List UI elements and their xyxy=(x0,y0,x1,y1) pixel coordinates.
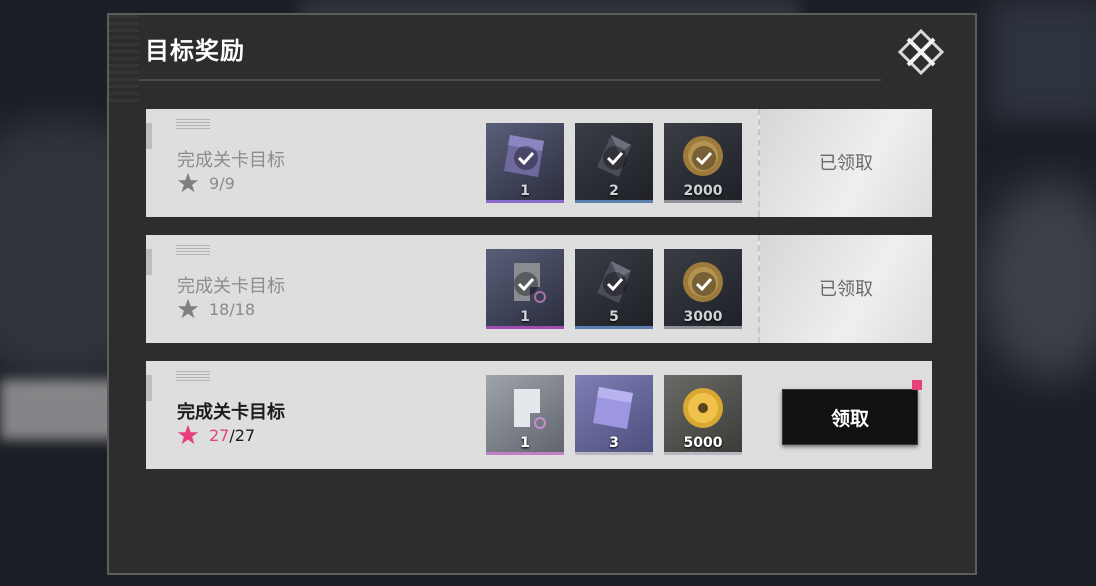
claimed-status: 已领取 xyxy=(758,109,932,217)
check-icon xyxy=(514,146,538,170)
check-icon xyxy=(692,272,716,296)
reward-progress: 27/27 xyxy=(177,424,255,446)
reward-title: 完成关卡目标 xyxy=(177,402,285,423)
item-quantity: 3000 xyxy=(683,309,723,325)
reward-item[interactable]: 1 xyxy=(486,375,564,455)
reward-panel: 目标奖励 完成关卡目标 9/9 1 2 2000 已领取 完成关卡目标 18 /… xyxy=(107,13,977,575)
check-icon xyxy=(603,272,627,296)
notification-dot xyxy=(912,380,922,390)
check-icon xyxy=(603,146,627,170)
check-icon xyxy=(692,146,716,170)
item-quantity: 1 xyxy=(520,309,530,325)
check-icon xyxy=(514,272,538,296)
reward-items: 1 5 3000 xyxy=(486,249,753,329)
reward-item[interactable]: 5000 xyxy=(664,375,742,455)
reward-row: 完成关卡目标 27/27 1 3 5000 领取 xyxy=(146,361,932,469)
progress-total: /18 xyxy=(229,299,256,319)
panel-texture xyxy=(109,15,139,105)
progress-current: 9 xyxy=(209,173,220,193)
progress-total: /27 xyxy=(229,425,256,445)
silver-tag-icon xyxy=(514,389,546,429)
reward-item[interactable]: 5 xyxy=(575,249,653,329)
title-divider xyxy=(139,79,881,81)
item-quantity: 1 xyxy=(520,435,530,451)
reward-item[interactable]: 2000 xyxy=(664,123,742,203)
claimed-label: 已领取 xyxy=(819,153,873,174)
star-icon xyxy=(177,172,199,193)
progress-current: 18 xyxy=(209,299,230,319)
claimed-label: 已领取 xyxy=(819,279,873,300)
reward-progress: 9/9 xyxy=(177,172,235,194)
reward-items: 1 2 2000 xyxy=(486,123,753,203)
item-quantity: 5000 xyxy=(683,435,723,451)
reward-row: 完成关卡目标 9/9 1 2 2000 已领取 xyxy=(146,109,932,217)
progress-total: /9 xyxy=(219,173,235,193)
item-quantity: 1 xyxy=(520,183,530,199)
claimed-status: 已领取 xyxy=(758,235,932,343)
reward-title: 完成关卡目标 xyxy=(177,150,285,171)
item-quantity: 2000 xyxy=(683,183,723,199)
reward-progress: 18/18 xyxy=(177,298,255,320)
reward-item[interactable]: 1 xyxy=(486,249,564,329)
reward-item[interactable]: 1 xyxy=(486,123,564,203)
gold-coin-icon xyxy=(683,388,723,428)
reward-items: 1 3 5000 xyxy=(486,375,753,455)
progress-current: 27 xyxy=(209,425,230,445)
item-quantity: 3 xyxy=(609,435,619,451)
reward-row: 完成关卡目标 18/18 1 5 3000 已领取 xyxy=(146,235,932,343)
item-quantity: 5 xyxy=(609,309,619,325)
close-button[interactable] xyxy=(897,28,945,76)
reward-item[interactable]: 3000 xyxy=(664,249,742,329)
star-icon xyxy=(177,298,199,319)
reward-item[interactable]: 2 xyxy=(575,123,653,203)
row-decoration xyxy=(176,119,210,129)
reward-item[interactable]: 3 xyxy=(575,375,653,455)
item-quantity: 2 xyxy=(609,183,619,199)
row-decoration xyxy=(176,245,210,255)
reward-title: 完成关卡目标 xyxy=(177,276,285,297)
star-icon xyxy=(177,424,199,445)
row-decoration xyxy=(176,371,210,381)
claim-button[interactable]: 领取 xyxy=(782,389,918,445)
close-icon xyxy=(897,28,945,76)
panel-title: 目标奖励 xyxy=(145,37,245,65)
purple-card-icon xyxy=(593,387,633,429)
